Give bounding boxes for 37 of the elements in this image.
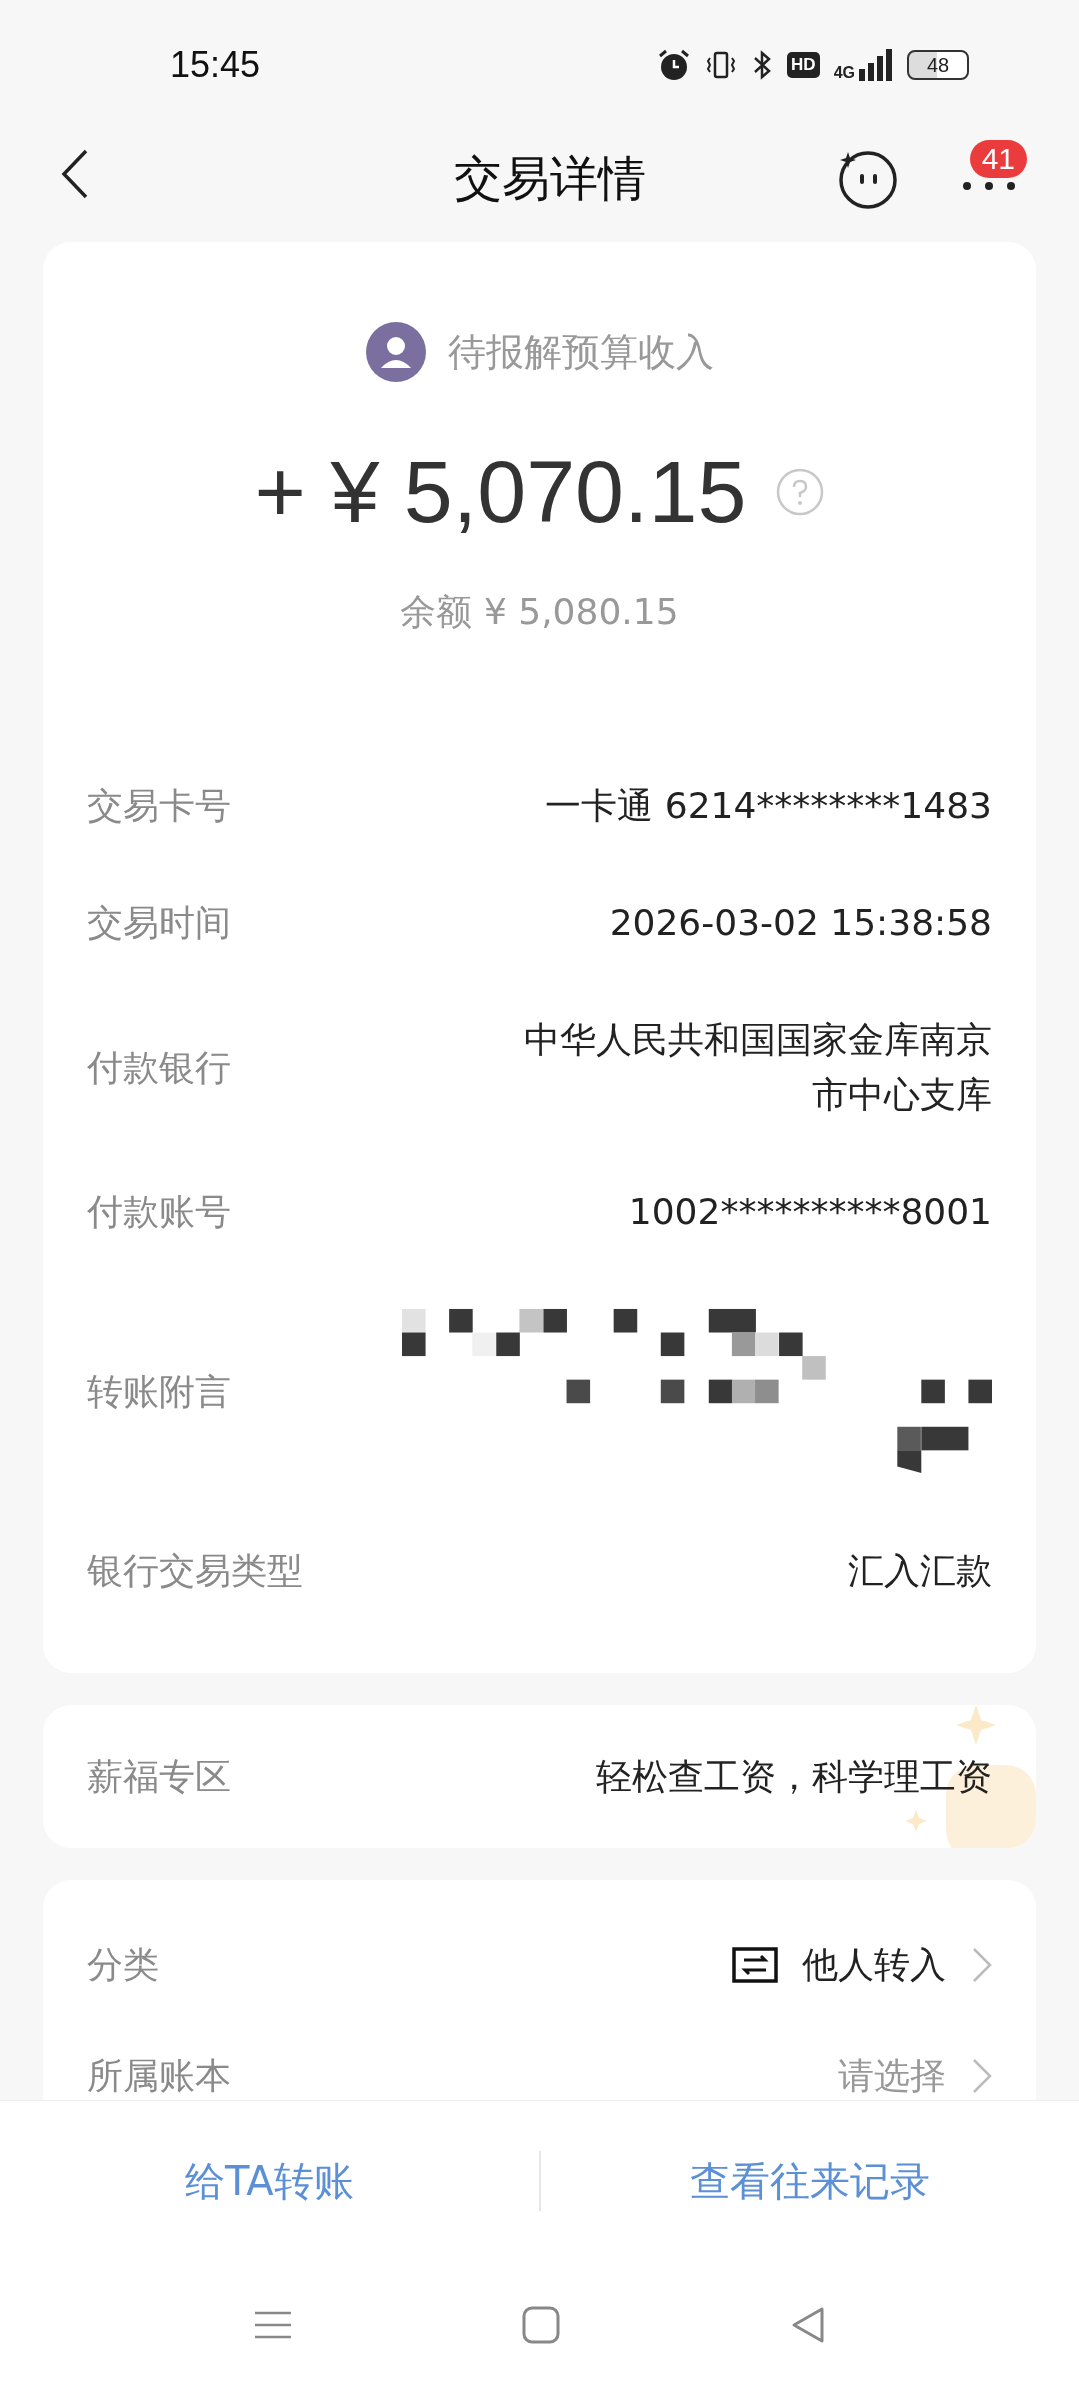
transfer-icon bbox=[732, 1946, 778, 1983]
status-text: 待报解预算收入 bbox=[447, 328, 714, 376]
salary-link[interactable]: 轻松查工资，科学理工资 bbox=[596, 1749, 992, 1804]
field-label: 分类 bbox=[87, 1943, 159, 1987]
amount-text: + ¥ 5,070.15 bbox=[254, 441, 747, 543]
hd-indicator: HD bbox=[787, 52, 820, 78]
vibrate-icon bbox=[705, 49, 738, 81]
signal-icon bbox=[859, 49, 893, 81]
field-label: 所属账本 bbox=[87, 2054, 231, 2098]
action-button[interactable]: 查看往来记录 bbox=[540, 2149, 1079, 2212]
field-label: 付款账号 bbox=[87, 1190, 231, 1234]
field-label: 交易卡号 bbox=[87, 784, 231, 828]
field-value: 中华人民共和国国家金库南京市中心支库 bbox=[523, 1018, 992, 1117]
field-value: 1002**********8001 bbox=[628, 1190, 992, 1234]
field-label: 银行交易类型 bbox=[87, 1549, 303, 1593]
more-icon[interactable] bbox=[961, 179, 1017, 192]
notification-badge: 41 bbox=[969, 139, 1027, 178]
field-value: 2026-03-02 15:38:58 bbox=[609, 901, 992, 945]
field-value: 一卡通 6214********1483 bbox=[545, 784, 992, 828]
action-button[interactable]: 给TA转账 bbox=[0, 2149, 539, 2212]
field-label: 付款银行 bbox=[87, 1045, 231, 1090]
field-label: 交易时间 bbox=[87, 901, 231, 945]
field-label: 转账附言 bbox=[87, 1369, 231, 1414]
menu-icon[interactable] bbox=[253, 2310, 292, 2340]
field-value: 汇入汇款 bbox=[848, 1549, 992, 1593]
field-label: 薪福专区 bbox=[87, 1755, 231, 1799]
back-icon[interactable] bbox=[60, 147, 90, 201]
home-icon[interactable] bbox=[521, 2306, 560, 2344]
network-type: 4G bbox=[833, 65, 855, 81]
select-placeholder[interactable]: 请选择 bbox=[838, 2048, 946, 2100]
alarm-icon bbox=[657, 48, 692, 82]
page-title: 交易详情 bbox=[452, 148, 647, 208]
battery-level: 48 bbox=[907, 50, 969, 80]
category-value[interactable]: 他人转入 bbox=[802, 1937, 946, 1992]
status-time: 15:45 bbox=[170, 43, 261, 87]
balance-text: 余额 ¥ 5,080.15 bbox=[399, 590, 680, 634]
avatar-icon bbox=[365, 322, 426, 382]
